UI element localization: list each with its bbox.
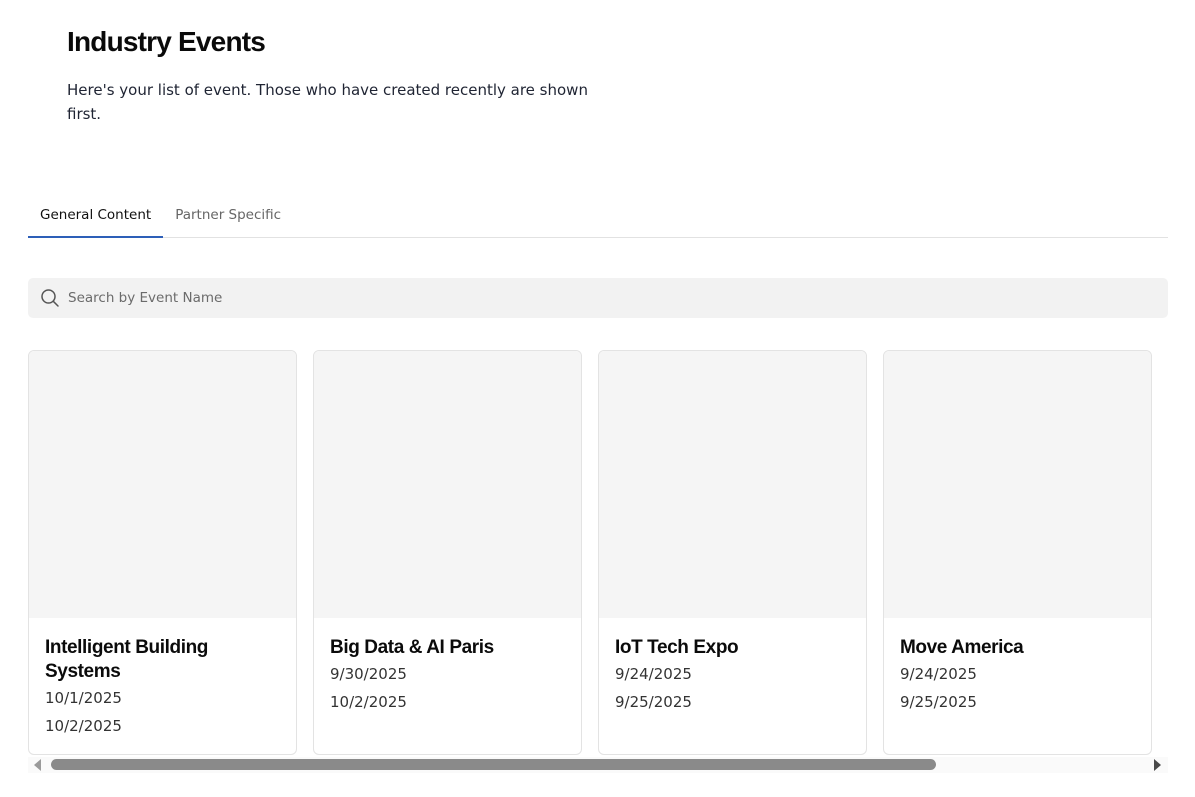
tab-partner-specific[interactable]: Partner Specific [163, 196, 293, 237]
event-card-image [29, 351, 296, 618]
event-end-date: 9/25/2025 [900, 693, 977, 711]
event-card[interactable]: Big Data & AI Paris 9/30/2025 10/2/2025 [313, 350, 582, 755]
event-card-image [599, 351, 866, 618]
event-card-list: Intelligent Building Systems 10/1/2025 1… [28, 350, 1168, 755]
scroll-left-arrow-icon[interactable] [34, 759, 41, 771]
event-start-date: 9/30/2025 [330, 665, 407, 683]
event-card[interactable]: Intelligent Building Systems 10/1/2025 1… [28, 350, 297, 755]
event-card-image [314, 351, 581, 618]
event-card-title: IoT Tech Expo [615, 637, 739, 658]
scroll-right-arrow-icon[interactable] [1154, 759, 1161, 771]
search-icon [41, 289, 59, 307]
tab-bar: General Content Partner Specific [28, 196, 1168, 238]
search-input[interactable] [68, 279, 1148, 317]
event-card-title: Big Data & AI Paris [330, 637, 494, 658]
event-end-date: 9/25/2025 [615, 693, 692, 711]
event-start-date: 9/24/2025 [615, 665, 692, 683]
event-card-title: Move America [900, 637, 1024, 658]
event-card-title: Intelligent Building Systems [45, 637, 208, 682]
event-card[interactable]: Move America 9/24/2025 9/25/2025 [883, 350, 1152, 755]
event-card[interactable]: IoT Tech Expo 9/24/2025 9/25/2025 [598, 350, 867, 755]
event-end-date: 10/2/2025 [45, 717, 122, 735]
scrollbar-thumb[interactable] [51, 759, 936, 770]
event-start-date: 9/24/2025 [900, 665, 977, 683]
page-description: Here's your list of event. Those who hav… [67, 81, 588, 123]
event-start-date: 10/1/2025 [45, 689, 122, 707]
event-card-image [884, 351, 1151, 618]
event-end-date: 10/2/2025 [330, 693, 407, 711]
horizontal-scrollbar[interactable] [28, 757, 1168, 773]
search-bar [28, 278, 1168, 318]
page-title: Industry Events [67, 26, 266, 57]
tab-general-content[interactable]: General Content [28, 196, 164, 238]
